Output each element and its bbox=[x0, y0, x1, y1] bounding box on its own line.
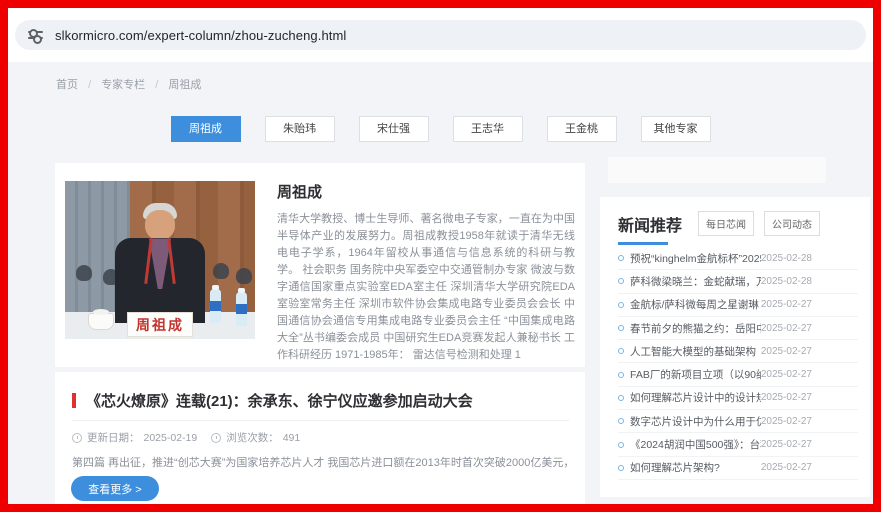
news-item-title[interactable]: 数字芯片设计中为什么用于仿真和... bbox=[630, 414, 761, 429]
article-title[interactable]: 《芯火燎原》连载(21)：余承东、徐宁仪应邀参加启动大会 bbox=[86, 390, 473, 411]
news-item-title[interactable]: 如何理解芯片架构? bbox=[630, 460, 720, 475]
breadcrumb: 首页 / 专家专栏 / 周祖成 bbox=[56, 76, 201, 92]
news-list-item[interactable]: 人工智能大模型的基础架构 2025-02-27 bbox=[618, 340, 858, 363]
news-list-item[interactable]: FAB厂的新项目立项（以90纳米技... 2025-02-27 bbox=[618, 363, 858, 386]
news-list-item[interactable]: 萨科微梁晓兰：金蛇献瑞，万象启新 2025-02-28 bbox=[618, 270, 858, 293]
news-item-date: 2025-02-27 bbox=[761, 462, 812, 473]
url-field[interactable]: slkormicro.com/expert-column/zhou-zuchen… bbox=[15, 20, 866, 50]
news-list-item[interactable]: 金航标/萨科微每周之星谢琳 2025-02-27 bbox=[618, 294, 858, 317]
views-label: 浏览次数： bbox=[226, 430, 279, 445]
tab-daily-chip-news[interactable]: 每日芯闻 bbox=[698, 211, 754, 236]
update-date-label: 更新日期： bbox=[87, 430, 140, 445]
news-item-date: 2025-02-27 bbox=[761, 416, 812, 427]
article-header: 《芯火燎原》连载(21)：余承东、徐宁仪应邀参加启动大会 bbox=[72, 390, 569, 411]
news-list-item[interactable]: 《2024胡润中国500强》：台积电... 2025-02-27 bbox=[618, 433, 858, 456]
tab-other-experts[interactable]: 其他专家 bbox=[641, 116, 711, 142]
bullet-icon bbox=[618, 465, 624, 471]
news-item-date: 2025-02-27 bbox=[761, 369, 812, 380]
news-item-title[interactable]: 如何理解芯片设计中的设计规则检... bbox=[630, 390, 761, 405]
breadcrumb-expert-column[interactable]: 专家专栏 bbox=[101, 79, 145, 91]
tab-wang-zhihua[interactable]: 王志华 bbox=[453, 116, 523, 142]
breadcrumb-home[interactable]: 首页 bbox=[56, 79, 78, 91]
tab-company-news[interactable]: 公司动态 bbox=[764, 211, 820, 236]
bullet-icon bbox=[618, 418, 624, 424]
breadcrumb-current: 周祖成 bbox=[168, 79, 201, 91]
news-list-item[interactable]: 数字芯片设计中为什么用于仿真和... 2025-02-27 bbox=[618, 410, 858, 433]
views-value: 491 bbox=[283, 432, 301, 444]
tab-zhu-yiwei[interactable]: 朱贻玮 bbox=[265, 116, 335, 142]
news-item-date: 2025-02-27 bbox=[761, 323, 812, 334]
photo-name-card-text: 周祖成 bbox=[136, 315, 184, 335]
photo-water-bottle bbox=[210, 289, 221, 323]
divider bbox=[72, 420, 569, 421]
news-item-title[interactable]: 金航标/萨科微每周之星谢琳 bbox=[630, 297, 759, 312]
tab-wang-jintao[interactable]: 王金桃 bbox=[547, 116, 617, 142]
tab-zhou-zucheng[interactable]: 周祖成 bbox=[171, 116, 241, 142]
bullet-icon bbox=[618, 255, 624, 261]
article-card: 《芯火燎原》连载(21)：余承东、徐宁仪应邀参加启动大会 更新日期： 2025-… bbox=[55, 372, 585, 504]
news-item-title[interactable]: FAB厂的新项目立项（以90纳米技... bbox=[630, 367, 761, 382]
news-item-title[interactable]: 《2024胡润中国500强》：台积电... bbox=[630, 437, 761, 452]
clock-icon bbox=[72, 433, 82, 443]
news-item-title[interactable]: 人工智能大模型的基础架构 bbox=[630, 344, 756, 359]
bullet-icon bbox=[618, 372, 624, 378]
news-item-title[interactable]: 萨科微梁晓兰：金蛇献瑞，万象启新 bbox=[630, 274, 761, 289]
news-tab-group: 每日芯闻 公司动态 bbox=[698, 211, 820, 236]
site-settings-icon[interactable] bbox=[28, 29, 43, 41]
expert-profile-card: 周祖成 周祖成 清华大学教授、博士生导师、著名微电子专家，一直在为中国半导体产业… bbox=[55, 163, 585, 367]
view-more-button[interactable]: 查看更多 > bbox=[71, 476, 159, 501]
sidebar-banner-placeholder bbox=[608, 157, 826, 183]
update-date-value: 2025-02-19 bbox=[144, 432, 198, 444]
expert-profile-info: 周祖成 清华大学教授、博士生导师、著名微电子专家，一直在为中国半导体产业的发展努… bbox=[277, 181, 575, 364]
page-body: 首页 / 专家专栏 / 周祖成 周祖成 朱贻玮 宋仕强 王志华 王金桃 其他专家 bbox=[8, 62, 873, 504]
news-recommend-card: 新闻推荐 每日芯闻 公司动态 预祝“kinghelm金航标杯”2025松... … bbox=[600, 197, 870, 497]
url-text[interactable]: slkormicro.com/expert-column/zhou-zuchen… bbox=[55, 28, 346, 43]
news-item-date: 2025-02-27 bbox=[761, 439, 812, 450]
photo-water-bottle bbox=[236, 292, 247, 326]
news-item-date: 2025-02-28 bbox=[761, 253, 812, 264]
bullet-icon bbox=[618, 278, 624, 284]
photo-teacup bbox=[88, 313, 114, 330]
news-list: 预祝“kinghelm金航标杯”2025松... 2025-02-28 萨科微梁… bbox=[618, 247, 858, 480]
browser-window: slkormicro.com/expert-column/zhou-zuchen… bbox=[8, 8, 873, 504]
bullet-icon bbox=[618, 302, 624, 308]
breadcrumb-separator: / bbox=[88, 79, 91, 91]
expert-name: 周祖成 bbox=[277, 181, 575, 202]
news-section-title: 新闻推荐 bbox=[618, 212, 682, 236]
news-item-date: 2025-02-27 bbox=[761, 299, 812, 310]
news-header: 新闻推荐 每日芯闻 公司动态 bbox=[618, 211, 856, 236]
news-list-item[interactable]: 如何理解芯片设计中的设计规则检... 2025-02-27 bbox=[618, 387, 858, 410]
browser-address-bar: slkormicro.com/expert-column/zhou-zuchen… bbox=[8, 8, 873, 62]
article-meta: 更新日期： 2025-02-19 浏览次数： 491 bbox=[72, 430, 300, 445]
news-list-item[interactable]: 春节前夕的熊猫之约：岳阳中华大... 2025-02-27 bbox=[618, 317, 858, 340]
bullet-icon bbox=[618, 395, 624, 401]
bullet-icon bbox=[618, 325, 624, 331]
article-excerpt: 第四篇 再出征，推进“创芯大赛”为国家培养芯片人才 我国芯片进口额在2013年时… bbox=[72, 454, 569, 470]
news-item-date: 2025-02-27 bbox=[761, 392, 812, 403]
news-item-date: 2025-02-27 bbox=[761, 346, 812, 357]
news-list-item[interactable]: 如何理解芯片架构? 2025-02-27 bbox=[618, 457, 858, 480]
breadcrumb-separator: / bbox=[155, 79, 158, 91]
views-icon bbox=[211, 433, 221, 443]
photo-red-lanyard bbox=[145, 238, 175, 284]
photo-name-card: 周祖成 bbox=[127, 312, 193, 337]
tab-song-shiqiang[interactable]: 宋仕强 bbox=[359, 116, 429, 142]
expert-photo: 周祖成 bbox=[65, 181, 255, 339]
news-item-date: 2025-02-28 bbox=[761, 276, 812, 287]
news-item-title[interactable]: 预祝“kinghelm金航标杯”2025松... bbox=[630, 251, 761, 266]
news-list-item[interactable]: 预祝“kinghelm金航标杯”2025松... 2025-02-28 bbox=[618, 247, 858, 270]
expert-bio: 清华大学教授、博士生导师、著名微电子专家，一直在为中国半导体产业的发展努力。周祖… bbox=[277, 211, 575, 364]
bullet-icon bbox=[618, 348, 624, 354]
red-marker-bar bbox=[72, 393, 76, 408]
news-item-title[interactable]: 春节前夕的熊猫之约：岳阳中华大... bbox=[630, 321, 761, 336]
bullet-icon bbox=[618, 442, 624, 448]
expert-tab-bar: 周祖成 朱贻玮 宋仕强 王志华 王金桃 其他专家 bbox=[8, 116, 873, 142]
